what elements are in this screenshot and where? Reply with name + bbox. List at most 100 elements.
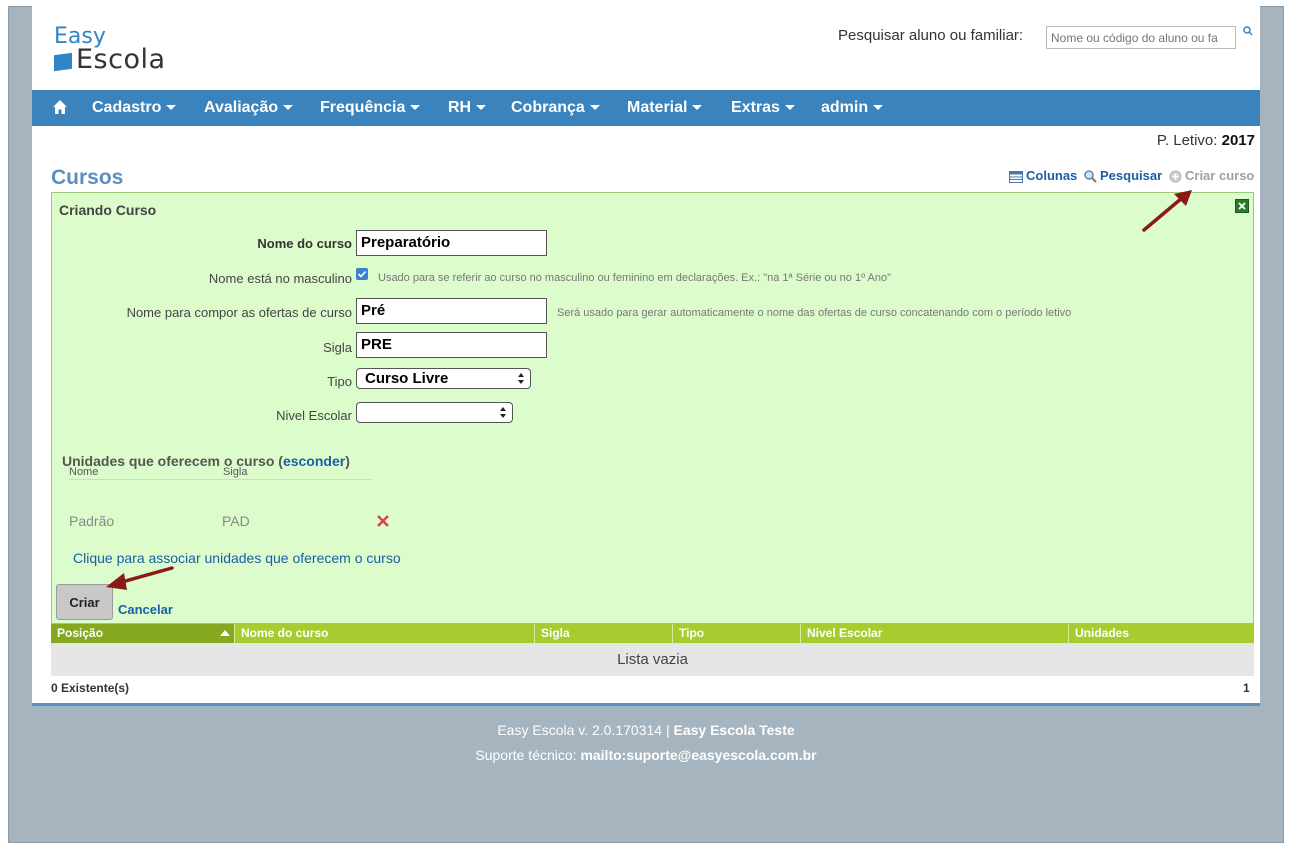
units-header: Unidades que oferecem o curso (esconder) [62, 453, 350, 469]
col-label: Posição [57, 626, 104, 640]
nav-item-cadastro[interactable]: Cadastro [92, 90, 177, 126]
empty-list-row: Lista vazia [51, 643, 1254, 676]
chevron-down-icon [283, 105, 294, 111]
add-circle-icon [1169, 170, 1182, 183]
col-label: Nome do curso [241, 626, 329, 640]
panel-title: Criando Curso [59, 202, 157, 218]
search-icon[interactable] [1243, 26, 1253, 36]
nav-label: Cobrança [511, 99, 585, 116]
select-arrows-icon [500, 407, 506, 418]
nivel-label: Nivel Escolar [276, 408, 352, 423]
unit-sigla: PAD [222, 513, 250, 529]
ofertas-field[interactable]: Pré [356, 298, 547, 324]
masculino-checkbox[interactable] [356, 268, 368, 280]
pesquisar-label: Pesquisar [1100, 168, 1163, 183]
nav-item-cobranca[interactable]: Cobrança [511, 90, 600, 126]
nome-curso-label: Nome do curso [257, 236, 352, 251]
nav-item-material[interactable]: Material [627, 90, 703, 126]
colunas-link[interactable]: Colunas [1009, 168, 1077, 183]
sigla-label: Sigla [323, 340, 352, 355]
criar-curso-link[interactable]: Criar curso [1169, 168, 1254, 183]
col-label: Tipo [679, 626, 705, 640]
search-label: Pesquisar aluno ou familiar: [838, 27, 1024, 44]
sigla-field[interactable]: PRE [356, 332, 547, 358]
nav-item-rh[interactable]: RH [448, 90, 487, 126]
nome-curso-field[interactable]: Preparatório [356, 230, 547, 256]
masculino-hint: Usado para se referir ao curso no mascul… [378, 272, 892, 284]
units-col-sigla: Sigla [223, 466, 248, 478]
col-sigla[interactable]: Sigla [535, 624, 673, 643]
units-col-nome: Nome [69, 466, 99, 478]
home-icon[interactable] [52, 99, 68, 115]
nav-label: Avaliação [204, 99, 279, 116]
chevron-down-icon [476, 105, 487, 111]
col-unidades[interactable]: Unidades [1069, 624, 1254, 643]
chevron-down-icon [784, 105, 795, 111]
select-arrows-icon [518, 373, 524, 384]
tipo-label: Tipo [327, 374, 352, 389]
footer-support-email[interactable]: mailto:suporte@easyescola.com.br [580, 747, 816, 763]
logo-box-icon [54, 52, 72, 72]
annotation-arrow-icon [106, 566, 174, 590]
units-divider [69, 479, 372, 480]
remove-unit-icon[interactable] [376, 514, 390, 528]
chevron-down-icon [692, 105, 703, 111]
logo-text-bottom: Escola [76, 44, 166, 75]
record-count: 0 Existente(s) [51, 681, 130, 695]
cancelar-link[interactable]: Cancelar [118, 602, 173, 617]
sort-asc-icon [220, 630, 230, 636]
col-label: Sigla [541, 626, 570, 640]
footer-version-text: Easy Escola v. 2.0.170314 | [497, 722, 674, 738]
ofertas-hint: Será usado para gerar automaticamente o … [557, 307, 1072, 319]
col-label: Nivel Escolar [807, 626, 883, 640]
masculino-label: Nome está no masculino [208, 271, 352, 286]
main-nav: Cadastro Avaliação Frequência RH Cobranç… [32, 90, 1260, 126]
chevron-down-icon [873, 105, 884, 111]
page-title: Cursos [51, 166, 124, 189]
page: Easy Escola Pesquisar aluno ou familiar:… [32, 6, 1260, 706]
footer-support: Suporte técnico: mailto:suporte@easyesco… [32, 747, 1260, 763]
nav-label: admin [821, 99, 869, 116]
col-nome-curso[interactable]: Nome do curso [235, 624, 535, 643]
nav-item-avaliacao[interactable]: Avaliação [204, 90, 294, 126]
col-nivel-escolar[interactable]: Nivel Escolar [801, 624, 1069, 643]
page-number[interactable]: 1 [1243, 681, 1250, 695]
esconder-link[interactable]: esconder [283, 453, 345, 469]
nivel-select[interactable] [356, 402, 513, 423]
nav-label: Material [627, 99, 688, 116]
units-header-close: ) [345, 453, 350, 469]
checkmark-icon [357, 270, 367, 278]
nav-label: Extras [731, 99, 780, 116]
magnifier-icon [1084, 170, 1097, 183]
nav-label: Cadastro [92, 99, 162, 116]
tipo-select[interactable]: Curso Livre [356, 368, 531, 389]
col-tipo[interactable]: Tipo [673, 624, 801, 643]
col-posicao[interactable]: Posição [51, 624, 235, 643]
nav-item-admin[interactable]: admin [821, 90, 884, 126]
close-icon [1238, 202, 1246, 210]
pesquisar-link[interactable]: Pesquisar [1084, 168, 1162, 183]
footer-support-label: Suporte técnico: [475, 747, 581, 763]
periodo-value: 2017 [1221, 132, 1255, 149]
annotation-arrow-icon [1142, 190, 1192, 232]
nav-label: Frequência [320, 99, 406, 116]
search-input[interactable] [1046, 26, 1236, 49]
footer-version: Easy Escola v. 2.0.170314 | Easy Escola … [32, 722, 1260, 738]
nav-label: RH [448, 99, 472, 116]
easy-escola-logo[interactable]: Easy Escola [54, 24, 204, 75]
chevron-down-icon [166, 105, 177, 111]
tipo-selected: Curso Livre [365, 370, 449, 387]
col-label: Unidades [1075, 626, 1130, 640]
criar-curso-label: Criar curso [1185, 168, 1255, 183]
nav-item-extras[interactable]: Extras [731, 90, 795, 126]
page-bottom-border [32, 703, 1260, 706]
periodo-label: P. Letivo: [1156, 132, 1218, 149]
table-header: Posição Nome do curso Sigla Tipo Nivel E… [51, 624, 1254, 643]
close-panel-button[interactable] [1235, 199, 1249, 213]
chevron-down-icon [589, 105, 600, 111]
nav-item-frequencia[interactable]: Frequência [320, 90, 421, 126]
periodo-letivo: P. Letivo: 2017 [1157, 132, 1255, 149]
columns-icon [1009, 170, 1023, 183]
colunas-label: Colunas [1026, 168, 1078, 183]
chevron-down-icon [410, 105, 421, 111]
